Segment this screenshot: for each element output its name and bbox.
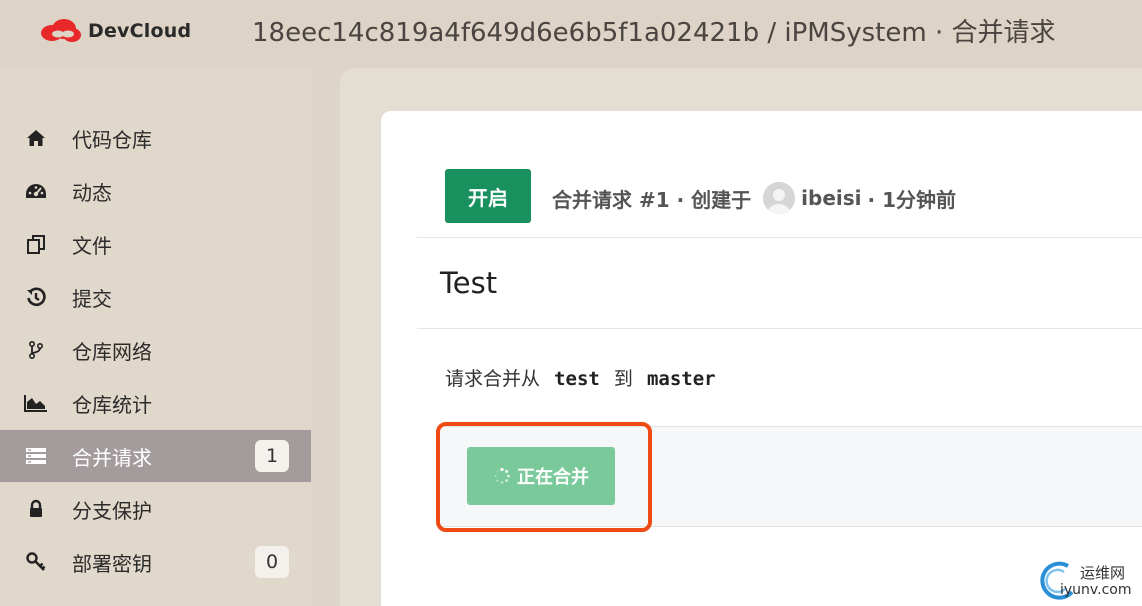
avatar[interactable] (763, 182, 796, 214)
divider (417, 328, 1142, 329)
to-label: 到 (613, 368, 633, 390)
list-icon (24, 444, 48, 468)
devcloud-logo-icon (41, 19, 81, 42)
merge-request-number: 合并请求 #1 · 创建于 (552, 187, 752, 212)
target-branch: master (646, 368, 716, 390)
sidebar-item-label: 仓库网络 (72, 339, 152, 364)
status-open-badge[interactable]: 开启 (445, 169, 531, 223)
sidebar-item-stats[interactable]: 仓库统计 (0, 377, 311, 429)
sidebar-item-code-repo[interactable]: 代码仓库 (0, 112, 311, 164)
page-title: 18eec14c819a4f649d6e6b5f1a02421b / iPMSy… (252, 18, 1056, 48)
area-chart-icon (24, 391, 48, 415)
merge-description: 请求合并从 test 到 master (445, 364, 716, 391)
highlight-annotation (436, 422, 652, 532)
lock-icon (24, 497, 48, 521)
history-icon (24, 285, 48, 309)
sidebar-item-deploy-keys[interactable]: 部署密钥 0 (0, 536, 311, 588)
watermark-text: 运维网 (1080, 564, 1126, 582)
watermark: 运维网 iyunv.com (1038, 558, 1142, 604)
sidebar-item-commits[interactable]: 提交 (0, 271, 311, 323)
sidebar: 代码仓库 动态 文件 提交 仓库网络 仓库统计 合并请求 1 分支保护 部署密钥… (0, 68, 311, 606)
watermark-url: iyunv.com (1060, 582, 1132, 598)
divider (417, 237, 1142, 238)
merge-from-label: 请求合并从 (445, 368, 541, 390)
files-icon (24, 232, 48, 256)
sidebar-item-label: 代码仓库 (72, 127, 152, 152)
merge-request-meta: 合并请求 #1 · 创建于 ibeisi · 1分钟前 (552, 182, 956, 214)
dashboard-icon (24, 179, 48, 203)
source-branch: test (554, 368, 600, 390)
sidebar-item-label: 仓库统计 (72, 392, 152, 417)
brand-name: DevCloud (88, 20, 192, 42)
sidebar-item-label: 合并请求 (72, 445, 152, 470)
author-link[interactable]: ibeisi (801, 186, 861, 210)
count-badge: 1 (255, 440, 289, 472)
sidebar-item-label: 分支保护 (72, 498, 152, 523)
sidebar-item-branch-protection[interactable]: 分支保护 (0, 483, 311, 535)
key-icon (24, 550, 48, 574)
sidebar-item-label: 提交 (72, 286, 112, 311)
sidebar-item-files[interactable]: 文件 (0, 218, 311, 270)
created-time: · 1分钟前 (867, 187, 957, 212)
sidebar-item-label: 文件 (72, 233, 112, 258)
sidebar-item-label: 部署密钥 (72, 551, 152, 576)
sidebar-item-merge-requests[interactable]: 合并请求 1 (0, 430, 311, 482)
sidebar-item-activity[interactable]: 动态 (0, 165, 311, 217)
count-badge: 0 (255, 546, 289, 578)
branch-icon (24, 338, 48, 362)
brand[interactable]: DevCloud (38, 16, 191, 46)
merge-request-title: Test (440, 266, 498, 300)
sidebar-item-label: 动态 (72, 180, 112, 205)
top-bar: DevCloud 18eec14c819a4f649d6e6b5f1a02421… (0, 0, 1142, 68)
home-icon (24, 126, 48, 150)
sidebar-item-network[interactable]: 仓库网络 (0, 324, 311, 376)
